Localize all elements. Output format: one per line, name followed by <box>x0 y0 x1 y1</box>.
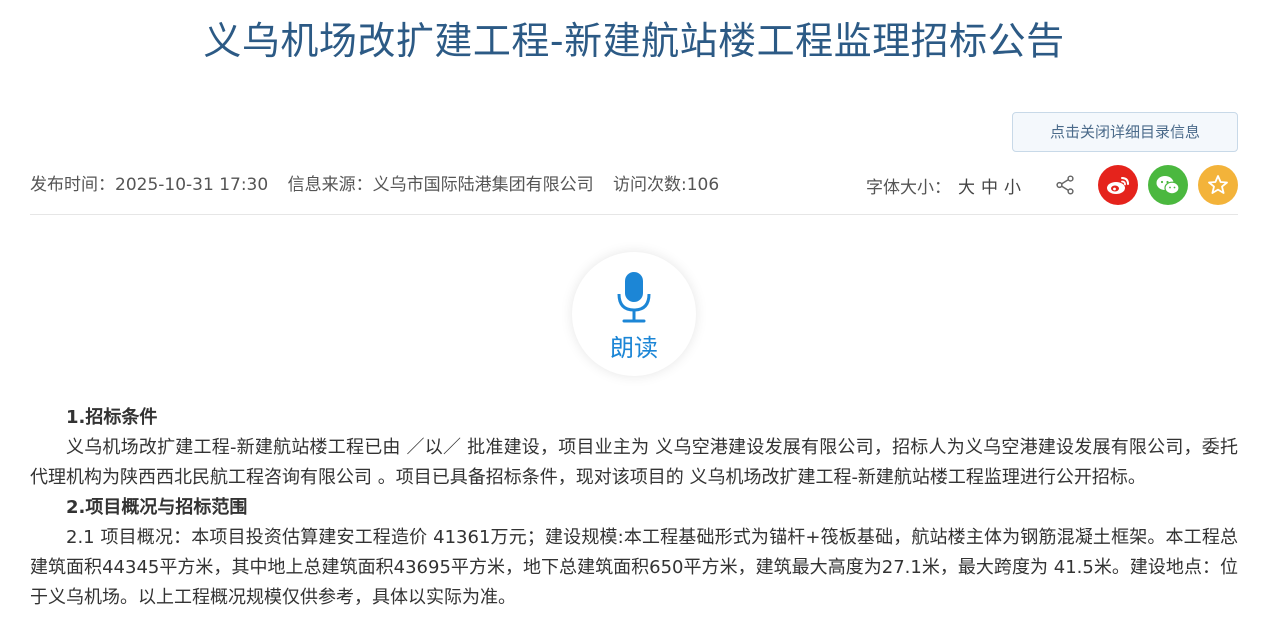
paragraph: 2.1 项目概况：本项目投资估算建安工程造价 41361万元；建设规模:本工程基… <box>30 527 1238 608</box>
font-size-medium[interactable]: 中 <box>981 173 998 198</box>
wechat-share-button[interactable] <box>1148 165 1188 205</box>
wechat-icon <box>1156 176 1180 195</box>
info-source: 信息来源：义乌市国际陆港集团有限公司 <box>287 175 594 195</box>
article-content: 1.招标条件 义乌机场改扩建工程-新建航站楼工程已由 ／以／ 批准建设，项目业主… <box>30 403 1238 613</box>
microphone-icon <box>617 272 651 323</box>
page-title: 义乌机场改扩建工程-新建航站楼工程监理招标公告 <box>203 19 1065 63</box>
font-size-label: 字体大小： <box>866 177 951 198</box>
font-size-small[interactable]: 小 <box>1004 173 1021 198</box>
publish-time: 发布时间：2025-10-31 17:30 <box>30 175 269 195</box>
article-page: 义乌机场改扩建工程-新建航站楼工程监理招标公告 点击关闭详细目录信息 发布时间：… <box>30 0 1238 644</box>
visit-count: 访问次数:106 <box>613 175 720 195</box>
star-icon <box>1208 175 1228 194</box>
favorite-button[interactable] <box>1198 165 1238 205</box>
meta-info: 发布时间：2025-10-31 17:30 信息来源：义乌市国际陆港集团有限公司… <box>30 164 733 206</box>
read-aloud-button[interactable]: 朗读 <box>572 252 696 376</box>
toggle-toc-button[interactable]: 点击关闭详细目录信息 <box>1012 112 1238 152</box>
share-icon[interactable] <box>1054 174 1076 196</box>
font-size-large[interactable]: 大 <box>958 173 975 198</box>
meta-bar: 发布时间：2025-10-31 17:30 信息来源：义乌市国际陆港集团有限公司… <box>30 164 1238 215</box>
read-aloud-label: 朗读 <box>610 334 658 362</box>
weibo-icon <box>1107 177 1129 194</box>
paragraph: 义乌机场改扩建工程-新建航站楼工程已由 ／以／ 批准建设，项目业主为 义乌空港建… <box>30 437 1238 488</box>
section-title: 2.项目概况与招标范围 <box>66 497 248 518</box>
weibo-share-button[interactable] <box>1098 165 1138 205</box>
section-title: 1.招标条件 <box>66 407 158 428</box>
meta-tools: 字体大小： 大 中 小 <box>866 164 1238 206</box>
